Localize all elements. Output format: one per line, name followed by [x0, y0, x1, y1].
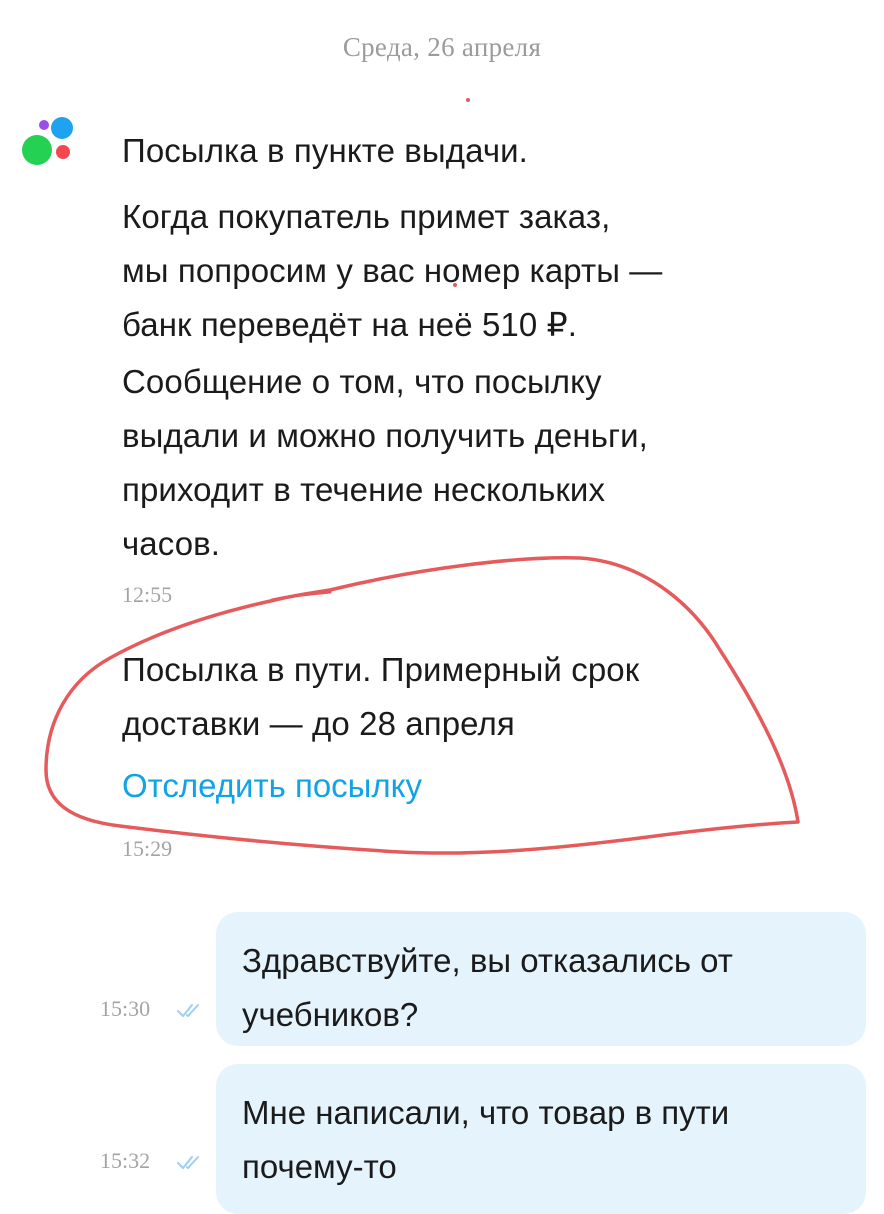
outgoing-message-bubble: Здравствуйте, вы отказались от учебников… [216, 912, 866, 1046]
message-text: Здравствуйте, вы отказались от учебников… [242, 942, 733, 1033]
double-check-icon [177, 1004, 199, 1017]
annotation-dot [453, 283, 457, 287]
message-text: Мне написали, что товар в пути почему-то [242, 1094, 730, 1185]
date-divider: Среда, 26 апреля [342, 32, 542, 62]
message-paragraph: Сообщение о том, что посылку выдали и мо… [122, 363, 648, 562]
annotation-dot [466, 98, 470, 102]
double-check-icon [177, 1156, 199, 1169]
message-paragraph: Когда покупатель примет заказ, мы попрос… [122, 198, 663, 343]
message-timestamp: 15:29 [122, 836, 173, 861]
logo-purple-dot [39, 120, 49, 130]
logo-green-dot [22, 135, 52, 165]
message-text: Посылка в пути. Примерный срок доставки … [122, 651, 640, 742]
logo-blue-dot [51, 117, 73, 139]
track-parcel-link[interactable]: Отследить посылку [122, 762, 422, 810]
avito-logo-avatar [22, 117, 73, 165]
message-timestamp: 15:32 [100, 1148, 151, 1173]
logo-red-dot [56, 145, 70, 159]
message-timestamp: 12:55 [122, 582, 173, 607]
message-paragraph: Посылка в пункте выдачи. [122, 132, 528, 169]
message-timestamp: 15:30 [100, 996, 151, 1021]
outgoing-message-bubble: Мне написали, что товар в пути почему-то [216, 1064, 866, 1214]
